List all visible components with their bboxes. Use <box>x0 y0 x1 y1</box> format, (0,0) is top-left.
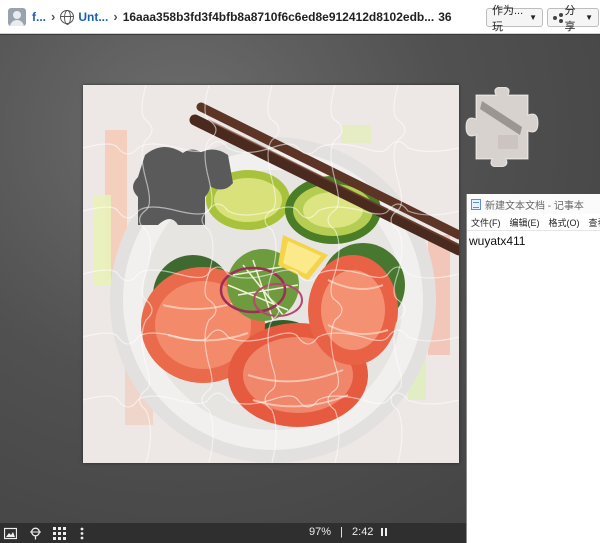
share-button[interactable]: 分享 ▼ <box>547 5 599 33</box>
menu-format[interactable]: 格式(O) <box>549 216 580 229</box>
notepad-icon <box>471 198 481 210</box>
caret-down-icon: ▼ <box>585 13 593 22</box>
more-vertical-icon[interactable] <box>79 527 85 540</box>
grid-icon[interactable] <box>53 527 66 540</box>
breadcrumb-project[interactable]: Unt... <box>78 10 108 24</box>
notepad-menu-bar: 文件(F) 编辑(E) 格式(O) 查看 <box>467 214 600 231</box>
share-icon <box>553 12 563 23</box>
share-label: 分享 <box>564 4 576 33</box>
pin-icon[interactable] <box>29 527 42 540</box>
loose-puzzle-piece[interactable] <box>462 86 542 168</box>
chevron-right-icon: › <box>113 9 118 24</box>
notepad-title: 新建文本文档 - 记事本 <box>485 200 584 212</box>
breadcrumb-user[interactable]: f... <box>32 10 46 24</box>
play-as-label: 作为...玩 <box>492 4 524 33</box>
puzzle-image <box>83 85 459 463</box>
breadcrumb-puzzle-id: 16aaa358b3fd3f4bfb8a8710f6c6ed8e912412d8… <box>122 9 435 24</box>
menu-view[interactable]: 查看 <box>589 216 600 229</box>
timer: 2:42 <box>352 526 374 538</box>
menu-file[interactable]: 文件(F) <box>471 216 501 229</box>
avatar[interactable] <box>8 7 26 26</box>
top-bar: f... › Unt... › 16aaa358b3fd3f4bfb8a8710… <box>0 0 600 34</box>
puzzle-board[interactable] <box>83 85 459 463</box>
play-as-button[interactable]: 作为...玩 ▼ <box>486 5 543 33</box>
notepad-text-area[interactable]: wuyatx411 <box>467 231 600 251</box>
progress-status: 97% | 2:42 <box>309 526 387 538</box>
menu-edit[interactable]: 编辑(E) <box>510 216 540 229</box>
caret-down-icon: ▼ <box>529 13 537 22</box>
bottom-toolbar: 97% | 2:42 <box>0 523 466 543</box>
status-separator: | <box>340 526 343 538</box>
pause-icon[interactable] <box>380 528 387 536</box>
globe-icon <box>60 9 75 25</box>
chevron-right-icon: › <box>51 9 56 24</box>
notepad-title-bar[interactable]: 新建文本文档 - 记事本 <box>467 194 600 214</box>
image-icon[interactable] <box>4 527 17 540</box>
piece-count: 36 <box>438 9 452 24</box>
notepad-window[interactable]: 新建文本文档 - 记事本 文件(F) 编辑(E) 格式(O) 查看 wuyatx… <box>466 194 600 543</box>
progress-percent: 97% <box>309 526 332 538</box>
